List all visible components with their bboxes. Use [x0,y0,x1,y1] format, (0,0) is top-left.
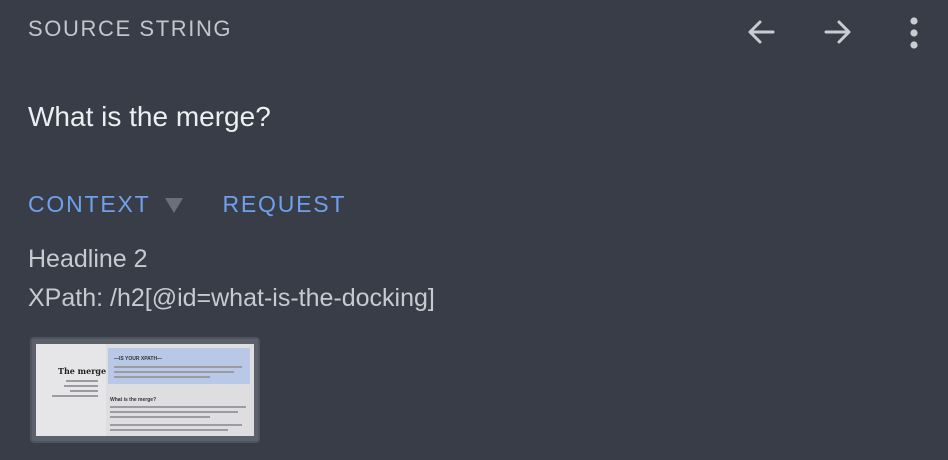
screenshot-section-heading: What is the merge? [110,397,157,403]
screenshot-nav-line [64,385,98,387]
arrow-right-icon [824,20,851,44]
screenshot-text-line [110,424,242,426]
previous-button[interactable] [739,10,783,54]
screenshot-banner-heading: —IS YOUR XPATH— [114,356,163,362]
context-screenshot-thumbnail[interactable]: The merge —IS YOUR XPATH— What is the me… [30,337,260,443]
screenshot-text-line [114,376,210,378]
screenshot-text-line [110,406,246,408]
more-vert-icon [910,17,918,49]
screenshot-text-line [114,371,234,373]
more-options-button[interactable] [902,10,926,54]
screenshot-text-line [110,411,238,413]
screenshot-text-line [114,366,242,368]
screenshot-page: The merge —IS YOUR XPATH— What is the me… [36,344,254,436]
screenshot-text-line [110,429,228,431]
screenshot-text-line [110,416,210,418]
context-dropdown-icon[interactable] [164,198,183,213]
source-string-text: What is the merge? [28,101,271,132]
xpath-text: XPath: /h2[@id=what-is-the-docking] [28,284,435,312]
next-button[interactable] [816,10,860,54]
element-type: Headline 2 [28,245,148,273]
screenshot-nav-line [70,390,98,392]
screenshot-nav-line [66,380,98,382]
tab-request[interactable]: REQUEST [223,191,347,218]
navigation-controls [739,10,926,54]
source-string-label: SOURCE STRING [28,16,233,41]
context-tabs: CONTEXT REQUEST [28,191,346,218]
arrow-left-icon [748,20,775,44]
screenshot-title: The merge [58,366,107,376]
tab-context[interactable]: CONTEXT [28,191,151,218]
screenshot-nav-line [52,395,98,397]
